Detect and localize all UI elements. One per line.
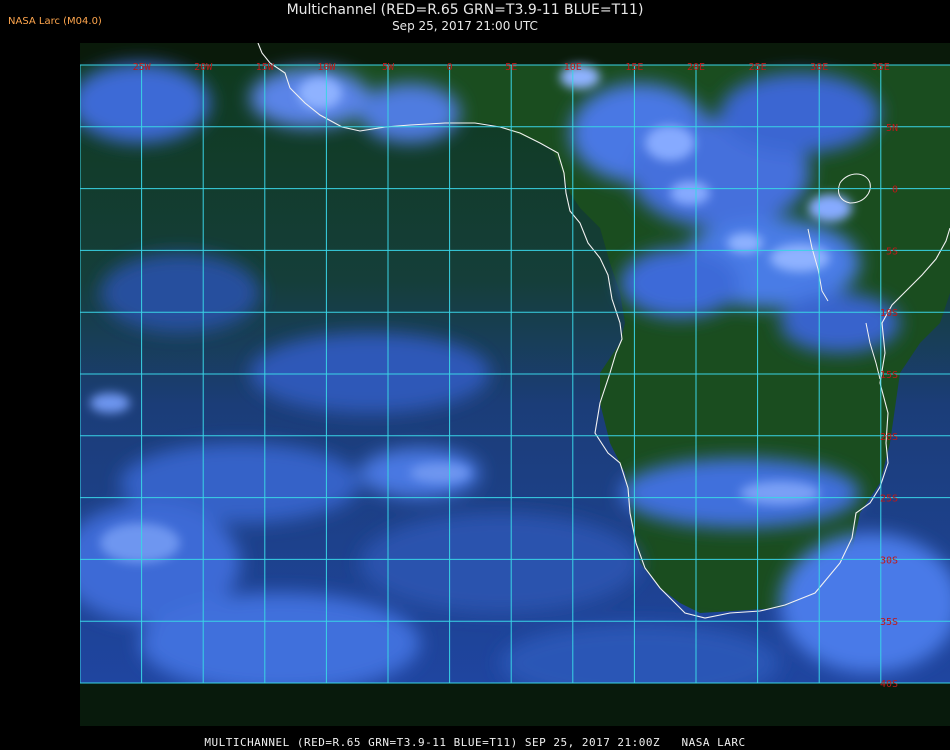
longitude-label: 35E [872, 62, 890, 73]
latitude-label: 15S [880, 370, 898, 381]
map-title: Multichannel (RED=R.65 GRN=T3.9-11 BLUE=… [230, 2, 700, 33]
latitude-label: 35S [880, 617, 898, 628]
longitude-label: 5E [505, 62, 517, 73]
longitude-label: 10W [317, 62, 336, 73]
title-line-2: Sep 25, 2017 21:00 UTC [392, 19, 538, 33]
longitude-label: 25W [133, 62, 152, 73]
latitude-label: 10S [880, 308, 898, 319]
footer-caption: MULTICHANNEL (RED=R.65 GRN=T3.9-11 BLUE=… [204, 736, 746, 749]
longitude-label: 10E [564, 62, 582, 73]
longitude-label: 30E [810, 62, 828, 73]
latitude-label: 40S [880, 679, 898, 690]
latitude-label: 5S [886, 246, 898, 257]
satellite-image: 25W 20W 15W 10W 5W 0 5E 10E 15E 20E 25E 30E 35E 5N 0 5S… [80, 43, 950, 726]
longitude-label: 15W [256, 62, 275, 73]
longitude-label: 0 [447, 62, 453, 73]
satellite-image-frame: 25W 20W 15W 10W 5W 0 5E 10E 15E 20E 25E 30E 35E 5N 0 5S… [80, 43, 950, 726]
longitude-label: 20W [194, 62, 213, 73]
latitude-label: 30S [880, 555, 898, 566]
credit-label: NASA Larc (M04.0) [8, 16, 102, 27]
latitude-label: 0 [892, 185, 898, 196]
longitude-label: 20E [687, 62, 705, 73]
title-line-1: Multichannel (RED=R.65 GRN=T3.9-11 BLUE=… [286, 2, 644, 18]
latitude-label: 25S [880, 494, 898, 505]
longitude-label: 25E [749, 62, 767, 73]
latitude-label: 5N [886, 123, 898, 134]
longitude-label: 5W [382, 62, 395, 73]
longitude-label: 15E [625, 62, 643, 73]
latitude-label: 20S [880, 432, 898, 443]
